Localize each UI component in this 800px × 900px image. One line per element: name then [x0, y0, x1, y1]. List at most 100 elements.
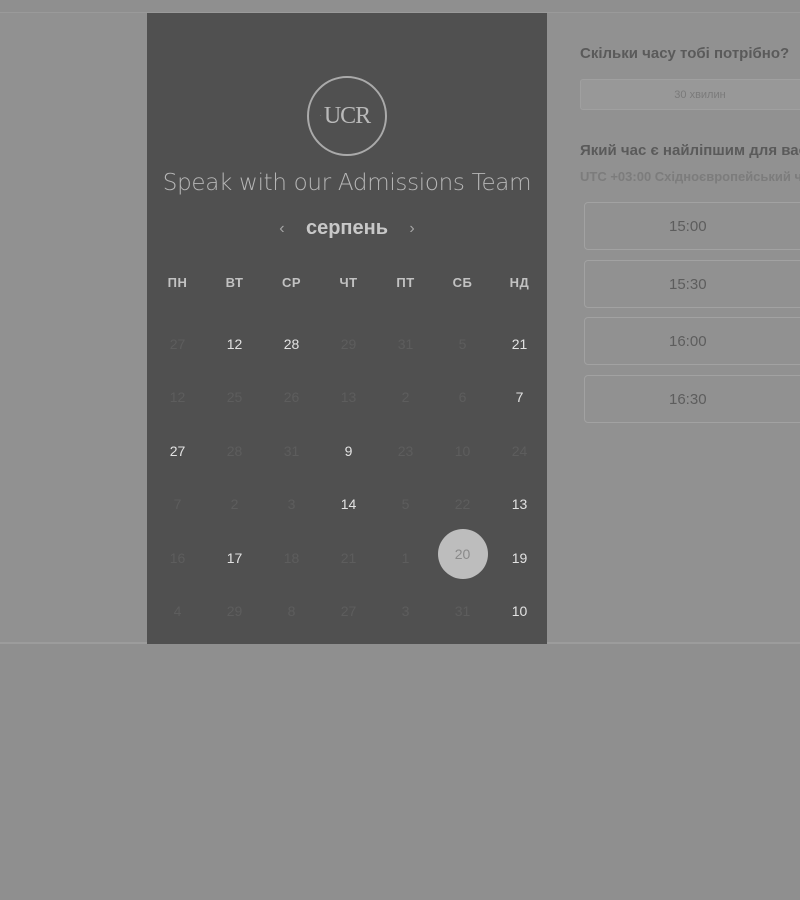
weekday-label: ВТ: [225, 275, 244, 290]
weekday-label: ЧТ: [339, 275, 358, 290]
calendar-day: 2: [377, 371, 434, 425]
calendar-day-number: 29: [226, 603, 243, 620]
calendar-day-number: 17: [226, 549, 243, 566]
time-question: Який час є найліпшим для вас?: [580, 142, 800, 159]
calendar-day: 18: [263, 531, 320, 585]
calendar-day-number: 21: [511, 335, 528, 352]
time-slot-button[interactable]: 16:30: [584, 375, 800, 423]
calendar-day: 31: [263, 424, 320, 478]
calendar-panel: . UCR Speak with our Admissions Team ‹ с…: [147, 13, 547, 644]
calendar-day-number: 24: [511, 442, 528, 459]
weekday-label: СР: [281, 275, 302, 290]
calendar-day: 3: [263, 478, 320, 532]
calendar-day[interactable]: 27: [149, 424, 206, 478]
weekday-label: СБ: [452, 275, 473, 290]
calendar-day: 23: [377, 424, 434, 478]
calendar-day[interactable]: 17: [206, 531, 263, 585]
calendar-day-number: 10: [511, 603, 528, 620]
calendar-day-number: 8: [287, 603, 296, 620]
calendar-day-number: 12: [169, 389, 186, 406]
calendar-day: 8: [263, 585, 320, 639]
calendar-day-number: 9: [344, 442, 353, 459]
calendar-day-selected[interactable]: 20: [434, 528, 491, 585]
calendar-day: 29: [206, 585, 263, 639]
calendar-day-number: 27: [169, 442, 186, 459]
calendar-day: 24: [491, 424, 548, 478]
calendar-day-number: 14: [340, 496, 357, 513]
weekday-label: ПН: [167, 275, 188, 290]
calendar-day: 7: [149, 478, 206, 532]
calendar-day[interactable]: 13: [491, 478, 548, 532]
calendar-day: 1: [377, 531, 434, 585]
calendar-day[interactable]: 28: [263, 317, 320, 371]
time-slot-button[interactable]: 15:30: [584, 260, 800, 308]
calendar-day-number: 7: [515, 389, 524, 406]
calendar-day-number: 23: [397, 442, 414, 459]
calendar-day[interactable]: 10: [491, 585, 548, 639]
next-month-icon[interactable]: ›: [404, 220, 420, 238]
calendar-day-number: 1: [401, 549, 410, 566]
duration-select[interactable]: 30 хвилин: [580, 79, 800, 110]
calendar-day-number: 2: [230, 496, 239, 513]
calendar-day-number: 13: [511, 496, 528, 513]
calendar-day: 3: [377, 585, 434, 639]
weekday-label: ПТ: [396, 275, 415, 290]
calendar-day-number: 22: [454, 496, 471, 513]
calendar-day: 21: [320, 531, 377, 585]
calendar-day: 2: [206, 478, 263, 532]
calendar-day-number: 4: [173, 603, 182, 620]
calendar-day: 27: [320, 585, 377, 639]
calendar-day-number: 20: [437, 528, 488, 579]
calendar-day-number: 29: [340, 335, 357, 352]
calendar-day: 4: [149, 585, 206, 639]
calendar-day: 28: [206, 424, 263, 478]
logo-text: UCR: [323, 102, 371, 129]
calendar-day[interactable]: 14: [320, 478, 377, 532]
calendar-day: 26: [263, 371, 320, 425]
calendar-day: 6: [434, 371, 491, 425]
prev-month-icon[interactable]: ‹: [274, 220, 290, 238]
calendar-day: 5: [434, 317, 491, 371]
calendar-day-number: 10: [454, 442, 471, 459]
calendar-day-number: 27: [169, 335, 186, 352]
calendar-title: Speak with our Admissions Team: [162, 170, 532, 196]
calendar-day-number: 28: [283, 335, 300, 352]
calendar-day[interactable]: 19: [491, 531, 548, 585]
calendar-day: 10: [434, 424, 491, 478]
calendar-day[interactable]: 21: [491, 317, 548, 371]
calendar-days-grid: 27 12 28 29 31 5 21 12 25 26 13 2 6 7 27 28 31 9 23 10 24 7 2 3…: [149, 317, 548, 638]
calendar-day: 16: [149, 531, 206, 585]
calendar-day-number: 16: [169, 549, 186, 566]
calendar-day-number: 3: [401, 603, 410, 620]
calendar-day-number: 26: [283, 389, 300, 406]
calendar-day-number: 7: [173, 496, 182, 513]
calendar-day-number: 19: [511, 549, 528, 566]
time-slot-button[interactable]: 16:00: [584, 317, 800, 365]
duration-question: Скільки часу тобі потрібно?: [580, 45, 790, 62]
calendar-day-number: 21: [340, 549, 357, 566]
weekday-label: НД: [509, 275, 530, 290]
calendar-day-number: 18: [283, 549, 300, 566]
month-navigation: ‹ серпень ›: [147, 217, 547, 240]
calendar-day: 31: [377, 317, 434, 371]
calendar-day-number: 5: [401, 496, 410, 513]
ucr-logo: . UCR: [307, 76, 387, 156]
month-label: серпень: [305, 217, 389, 239]
weekday-header: ПН ВТ СР ЧТ ПТ СБ НД: [149, 275, 548, 290]
calendar-day-number: 28: [226, 442, 243, 459]
logo-mark: .: [320, 112, 322, 118]
calendar-day-number: 25: [226, 389, 243, 406]
time-slot-button[interactable]: 15:00: [584, 202, 800, 250]
calendar-day-number: 31: [397, 335, 414, 352]
timezone-label[interactable]: UTC +03:00 Східноєвропейський час: [580, 169, 800, 184]
calendar-day: 29: [320, 317, 377, 371]
calendar-day-number: 27: [340, 603, 357, 620]
calendar-day[interactable]: 12: [206, 317, 263, 371]
calendar-day: 22: [434, 478, 491, 532]
calendar-day[interactable]: 9: [320, 424, 377, 478]
calendar-day-number: 3: [287, 496, 296, 513]
calendar-day: 25: [206, 371, 263, 425]
calendar-day-number: 12: [226, 335, 243, 352]
calendar-day[interactable]: 7: [491, 371, 548, 425]
calendar-day-number: 13: [340, 389, 357, 406]
